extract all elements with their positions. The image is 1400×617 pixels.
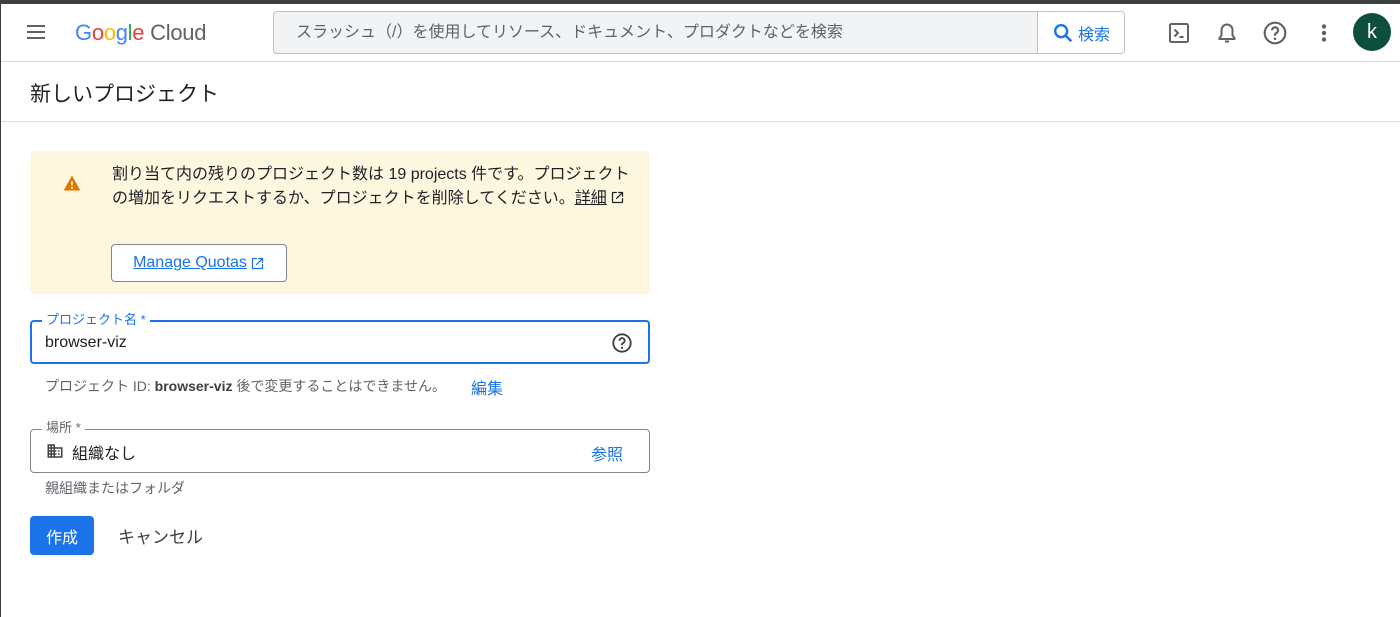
search-button-label: 検索 — [1077, 26, 1110, 44]
top-app-bar: GoogleCloud 検索 k — [1, 4, 1400, 62]
search-input[interactable] — [274, 12, 1037, 53]
organization-icon — [47, 444, 63, 458]
location-field[interactable]: 場所 * 組織なし 参照 — [30, 420, 650, 473]
external-link-icon — [251, 257, 264, 269]
help-icon[interactable] — [611, 332, 633, 354]
create-button[interactable]: 作成 — [30, 516, 94, 555]
page-title: 新しいプロジェクト — [30, 83, 219, 106]
project-id-value: browser-viz — [154, 378, 233, 394]
project-name-label: プロジェクト名 * — [42, 312, 150, 328]
location-label: 場所 * — [42, 420, 85, 436]
quota-warning-banner: 割り当て内の残りのプロジェクト数は 19 projects 件です。プロジェクト… — [30, 151, 650, 294]
warning-message: 割り当て内の残りのプロジェクト数は 19 projects 件です。プロジェクト… — [112, 163, 634, 211]
project-id-helper: プロジェクト ID: browser-viz 後で変更することはできません。 — [45, 376, 446, 396]
project-name-input[interactable] — [45, 331, 585, 355]
search-icon — [1054, 23, 1073, 42]
location-value: 組織なし — [72, 446, 137, 463]
location-helper: 親組織またはフォルダ — [45, 480, 185, 496]
project-id-suffix: 後で変更することはできません。 — [236, 378, 446, 394]
search-button[interactable]: 検索 — [1037, 12, 1124, 53]
project-name-field: プロジェクト名 * — [30, 312, 650, 364]
google-cloud-logo[interactable]: Go o g l e Cloud — [75, 18, 206, 48]
warning-text: 割り当て内の残りのプロジェクト数は 19 projects 件です。プロジェクト… — [112, 166, 630, 207]
details-link[interactable]: 詳細 — [575, 190, 607, 207]
warning-icon — [63, 175, 81, 191]
more-vert-icon[interactable] — [1308, 17, 1340, 49]
browse-location-link[interactable]: 参照 — [591, 441, 623, 465]
help-icon[interactable] — [1259, 17, 1291, 49]
avatar[interactable]: k — [1353, 13, 1391, 51]
manage-quotas-label: Manage Quotas — [133, 254, 247, 271]
cancel-button[interactable]: キャンセル — [108, 516, 213, 555]
manage-quotas-button[interactable]: Manage Quotas — [111, 244, 287, 282]
page-header: 新しいプロジェクト — [1, 62, 1400, 122]
search-bar: 検索 — [273, 11, 1125, 54]
bell-icon[interactable] — [1211, 17, 1243, 49]
external-link-icon — [611, 191, 623, 204]
edit-project-id-link[interactable]: 編集 — [471, 375, 503, 399]
project-id-prefix: プロジェクト ID: — [45, 378, 151, 394]
menu-icon[interactable] — [22, 18, 50, 46]
terminal-icon[interactable] — [1163, 17, 1195, 49]
